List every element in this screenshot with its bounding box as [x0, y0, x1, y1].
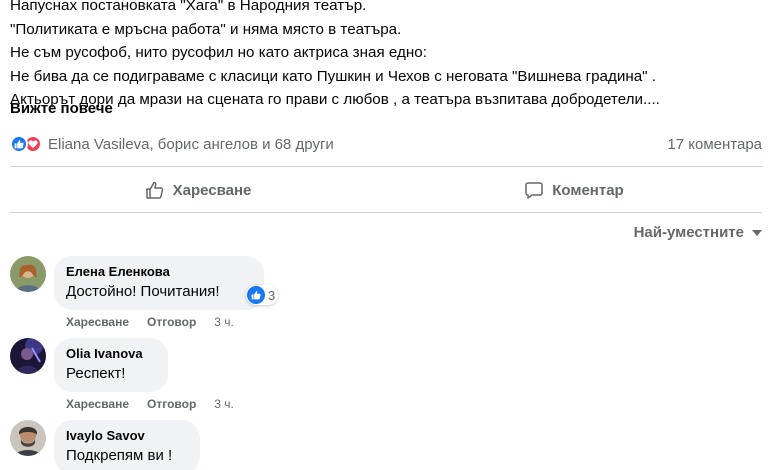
- like-reaction-icon: [10, 135, 28, 153]
- comment-text: Респект!: [66, 365, 126, 382]
- post-line: Напуснах постановката "Хага" в Народния …: [10, 0, 367, 14]
- reaction-count: 3: [268, 287, 276, 303]
- post-line: Актьорът дори да мрази на сцената го пра…: [10, 91, 660, 108]
- comment-actions: Харесване Отговор 3 ч.: [66, 397, 234, 411]
- comment-reply-link[interactable]: Отговор: [147, 315, 196, 329]
- caret-down-icon: [752, 229, 762, 236]
- comment-text: Достойно! Почитания!: [66, 283, 220, 300]
- comment-sort-dropdown[interactable]: Най-уместните: [634, 224, 762, 241]
- comment-timestamp[interactable]: 3 ч.: [214, 315, 234, 329]
- comment-actions: Харесване Отговор 3 ч.: [66, 315, 234, 329]
- comment-timestamp[interactable]: 3 ч.: [214, 397, 234, 411]
- comment-author[interactable]: Елена Еленкова: [66, 264, 252, 280]
- thumbs-up-icon: [145, 181, 163, 199]
- avatar[interactable]: [10, 420, 46, 456]
- reaction-names[interactable]: Eliana Vasileva, борис ангелов и 68 друг…: [48, 136, 334, 153]
- avatar[interactable]: [10, 256, 46, 292]
- like-button[interactable]: Харесване: [10, 172, 386, 208]
- post-line: Не съм русофоб, нито русофил но като акт…: [10, 44, 427, 61]
- sort-label: Най-уместните: [633, 224, 744, 241]
- comments-count[interactable]: 17 коментара: [667, 136, 762, 153]
- post-line: Не бива да се подиграваме с класици като…: [10, 67, 657, 85]
- comment-bubble: Ivaylo Savov Подкрепям ви !: [54, 420, 200, 470]
- post-body: Напуснах постановката "Хага" в Народния …: [10, 0, 770, 112]
- divider: [10, 166, 762, 167]
- comment-reaction-badge[interactable]: 3: [246, 285, 279, 305]
- comment-author[interactable]: Olia Ivanova: [66, 346, 156, 362]
- post-actions: Харесване Коментар: [10, 172, 762, 208]
- comment-text: Подкрепям ви !: [66, 447, 173, 464]
- like-reaction-icon: [247, 286, 265, 304]
- comment-like-link[interactable]: Харесване: [66, 397, 129, 411]
- divider: [10, 212, 762, 213]
- see-more-link[interactable]: Вижте повече: [10, 100, 113, 117]
- reaction-icons[interactable]: [10, 135, 42, 153]
- comment-bubble: Olia Ivanova Респект!: [54, 338, 168, 392]
- avatar[interactable]: [10, 338, 46, 374]
- comment-button[interactable]: Коментар: [386, 172, 762, 208]
- comment-like-link[interactable]: Харесване: [66, 315, 129, 329]
- like-button-label: Харесване: [172, 181, 252, 199]
- comment-bubble: Елена Еленкова Достойно! Почитания!: [54, 256, 264, 310]
- comment-reply-link[interactable]: Отговор: [147, 397, 196, 411]
- comment-button-label: Коментар: [552, 181, 624, 199]
- comment-author[interactable]: Ivaylo Savov: [66, 428, 188, 444]
- post-line: "Политиката е мръсна работа" и няма мяст…: [10, 20, 402, 38]
- comment-icon: [525, 182, 543, 199]
- reactions-summary: Eliana Vasileva, борис ангелов и 68 друг…: [10, 133, 762, 155]
